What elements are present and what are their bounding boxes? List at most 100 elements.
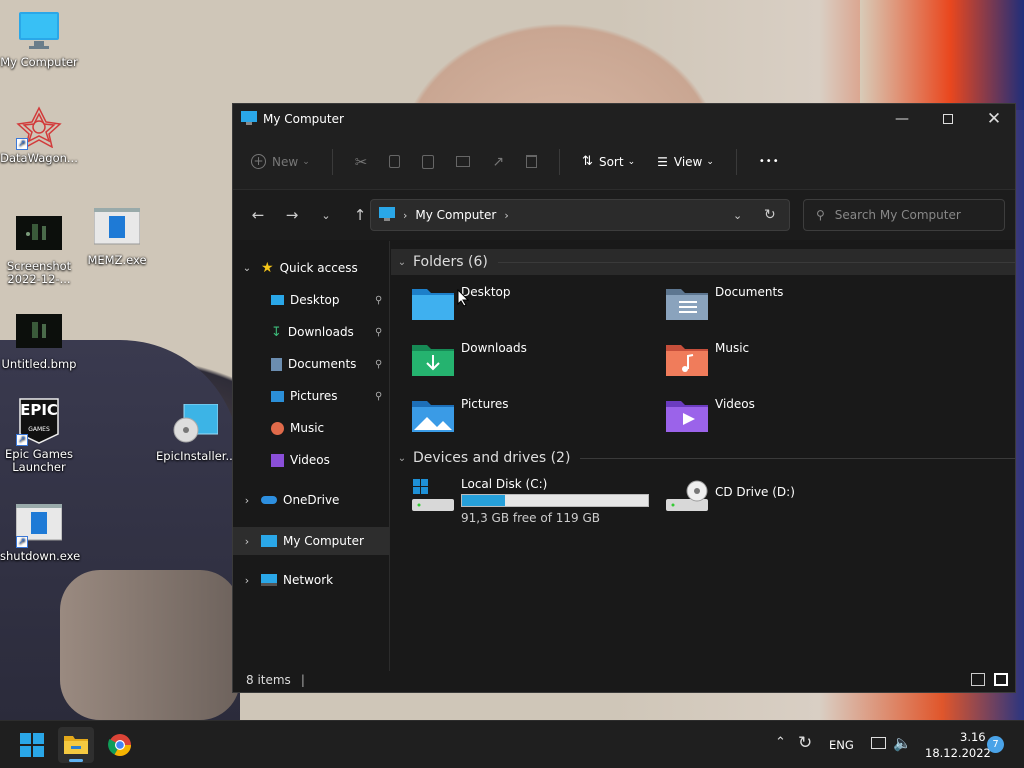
share-button[interactable]: ↗ [492,154,504,170]
sidebar-item-documents[interactable]: Documents ⚲ [233,351,389,377]
status-bar: 8 items | [233,668,1015,692]
search-icon: ⚲ [816,208,825,222]
image-thumbnail-icon [16,312,62,354]
folders-section-header[interactable]: ⌄ Folders (6) [391,249,1015,275]
network-icon [261,574,277,586]
monitor-icon [241,110,257,128]
desktop-icon-screenshot[interactable]: Screenshot 2022-12-... [0,214,78,286]
desktop-icon-untitled-bmp[interactable]: Untitled.bmp [0,312,78,371]
folder-label: Pictures [461,397,509,411]
exe-window-icon [93,207,141,250]
recent-locations-button[interactable]: ⌄ [313,202,339,228]
breadcrumb-separator-icon: › [403,208,408,222]
sidebar-item-label: Downloads [287,325,354,339]
more-options-button[interactable]: ••• [759,156,780,167]
paste-button[interactable] [422,154,435,169]
sort-button[interactable]: ⇅ Sort ⌄ [582,154,635,169]
close-button[interactable]: ✕ [971,104,1017,134]
rename-icon [456,156,471,167]
details-view-button[interactable] [971,673,985,686]
taskbar-file-explorer[interactable] [58,727,94,763]
address-bar[interactable]: › My Computer › ⌄ ↻ [370,199,790,231]
sidebar-item-quick-access[interactable]: ⌄ ★ Quick access [233,255,389,281]
sidebar-item-videos[interactable]: Videos [233,447,389,473]
search-box[interactable]: ⚲ Search My Computer [803,199,1005,231]
monitor-icon [261,535,277,547]
refresh-icon[interactable]: ↻ [764,207,776,223]
drives-section-header[interactable]: ⌄ Devices and drives (2) [391,445,1015,471]
active-indicator [69,759,83,762]
videos-icon [271,453,284,467]
monitor-icon [379,206,395,224]
maximize-button[interactable] [925,104,971,134]
desktop-icon-epic-games[interactable]: EPIC GAMES ↗ Epic Games Launcher [0,398,78,474]
language-indicator[interactable]: ENG [829,738,854,752]
sidebar-item-label: Documents [288,357,357,371]
folder-videos[interactable]: Videos [665,397,905,447]
breadcrumb-my-computer[interactable]: My Computer [415,208,496,222]
breadcrumb-separator-icon: › [504,208,509,222]
forward-button[interactable]: → [279,202,305,228]
sidebar-item-downloads[interactable]: ↧ Downloads ⚲ [233,319,389,345]
chevron-down-icon: ⌄ [627,156,636,167]
minimize-button[interactable]: — [879,104,925,134]
desktop-icon-my-computer[interactable]: My Computer [0,10,78,69]
folder-documents[interactable]: Documents [665,285,905,335]
cut-button[interactable]: ✂ [355,153,368,171]
network-status-icon[interactable] [871,737,886,749]
folder-desktop[interactable]: Desktop [411,285,651,335]
sync-icon[interactable]: ↻ [798,733,812,753]
pin-icon[interactable]: ⚲ [375,327,382,338]
desktop-icon-memz[interactable]: MEMZ.exe [78,207,156,267]
drive-local-disk-c[interactable]: Local Disk (C:) 91,3 GB free of 119 GB [411,477,661,527]
desktop-icon-label: Untitled.bmp [1,357,77,371]
sidebar-item-pictures[interactable]: Pictures ⚲ [233,383,389,409]
folder-pictures[interactable]: Pictures [411,397,651,447]
desktop-icon [271,295,284,305]
videos-folder-icon [665,397,709,433]
folder-label: Music [715,341,750,355]
clock-time[interactable]: 3.16 [960,730,986,744]
desktop-icon-label: EpicInstaller... [156,449,237,463]
pin-icon[interactable]: ⚲ [375,391,382,402]
desktop-icon-shutdown[interactable]: ↗ shutdown.exe [0,503,80,563]
drive-label: CD Drive (D:) [715,485,795,499]
desktop-icon-epic-installer[interactable]: EpicInstaller... [156,403,237,463]
clock-date[interactable]: 18.12.2022 [925,746,991,760]
rename-button[interactable] [456,156,471,167]
sidebar-item-desktop[interactable]: Desktop ⚲ [233,287,389,313]
pin-icon[interactable]: ⚲ [375,295,382,306]
back-button[interactable]: ← [245,202,271,228]
sidebar-item-onedrive[interactable]: › OneDrive [233,487,389,513]
pin-icon[interactable]: ⚲ [375,359,382,370]
address-history-button[interactable]: ⌄ [733,209,742,222]
drive-cd-d[interactable]: CD Drive (D:) [665,477,905,527]
divider [559,148,561,175]
desktop-icon-datawagon[interactable]: ↗ DataWagon... [0,106,78,165]
show-hidden-icons-button[interactable]: ⌃ [775,735,786,750]
file-explorer-window: My Computer — ✕ + New ⌄ ✂ ↗ ⇅ Sort ⌄ ☰ V… [232,103,1016,693]
sidebar-item-music[interactable]: Music [233,415,389,441]
trash-icon [526,155,538,168]
sidebar-item-my-computer[interactable]: › My Computer [233,527,389,555]
new-button[interactable]: + New ⌄ [251,154,310,169]
view-button[interactable]: ☰ View ⌄ [657,155,714,169]
section-title: Folders (6) [413,254,488,270]
desktop-icon-label: Screenshot 2022-12-... [6,259,72,286]
view-list-icon: ☰ [657,154,668,169]
notification-badge[interactable]: 7 [987,736,1004,753]
folder-downloads[interactable]: Downloads [411,341,651,391]
large-icons-view-button[interactable] [994,673,1008,686]
sort-arrows-icon: ⇅ [582,154,593,169]
copy-button[interactable] [389,155,401,168]
delete-button[interactable] [526,155,538,168]
taskbar: ⌃ ↻ ENG 🔈 3.16 18.12.2022 7 [0,720,1024,768]
downloads-icon: ↧ [271,324,282,340]
taskbar-chrome[interactable] [102,727,138,763]
folder-music[interactable]: Music [665,341,905,391]
sidebar-item-network[interactable]: › Network [233,567,389,593]
volume-icon[interactable]: 🔈 [893,734,912,752]
desktop-icon-label: My Computer [0,55,78,69]
divider [735,148,737,175]
start-button[interactable] [14,727,50,763]
